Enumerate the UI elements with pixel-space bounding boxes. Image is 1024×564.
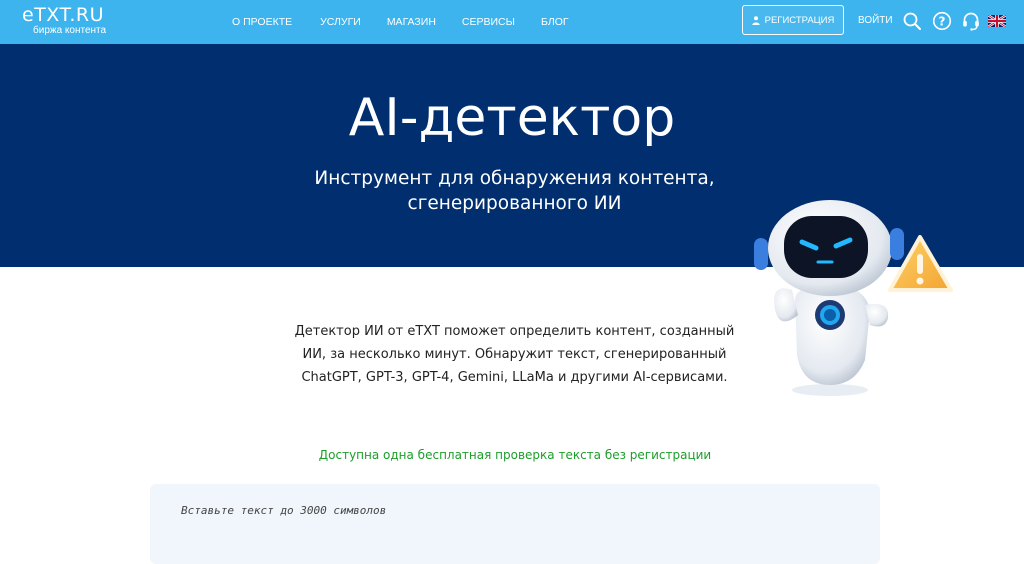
page-subtitle: Инструмент для обнаружения контента, сге…: [314, 168, 715, 214]
help-icon[interactable]: ?: [932, 11, 952, 31]
logo-tagline: биржа контента: [33, 25, 107, 36]
nav-item-about[interactable]: О ПРОЕКТЕ: [232, 16, 292, 28]
page-title: AI-детектор: [348, 88, 676, 148]
free-check-note: Доступна одна бесплатная проверка текста…: [318, 448, 712, 462]
register-label: РЕГИСТРАЦИЯ: [764, 14, 835, 26]
description-text: Детектор ИИ от eTXT поможет определить к…: [294, 324, 735, 385]
register-button[interactable]: РЕГИСТРАЦИЯ: [742, 5, 844, 35]
top-header: eTXT.RU биржа контента О ПРОЕКТЕ УСЛУГИ …: [0, 0, 1024, 44]
nav-item-shop[interactable]: МАГАЗИН: [387, 16, 436, 28]
main-nav: О ПРОЕКТЕ УСЛУГИ МАГАЗИН СЕРВИСЫ БЛОГ: [232, 0, 595, 44]
user-icon: [751, 15, 760, 25]
logo-text: eTXT.RU: [22, 4, 104, 26]
login-link[interactable]: ВОЙТИ: [858, 15, 893, 26]
support-headset-icon[interactable]: [961, 11, 981, 31]
nav-item-blog[interactable]: БЛОГ: [541, 16, 569, 28]
text-input[interactable]: [150, 484, 880, 564]
nav-item-services[interactable]: УСЛУГИ: [320, 16, 361, 28]
robot-illustration: [754, 200, 953, 396]
search-icon[interactable]: [902, 11, 922, 31]
svg-text:?: ?: [939, 14, 946, 28]
logo[interactable]: eTXT.RU биржа контента: [22, 5, 106, 37]
uk-flag-icon[interactable]: [988, 15, 1006, 27]
nav-item-tools[interactable]: СЕРВИСЫ: [462, 16, 515, 28]
